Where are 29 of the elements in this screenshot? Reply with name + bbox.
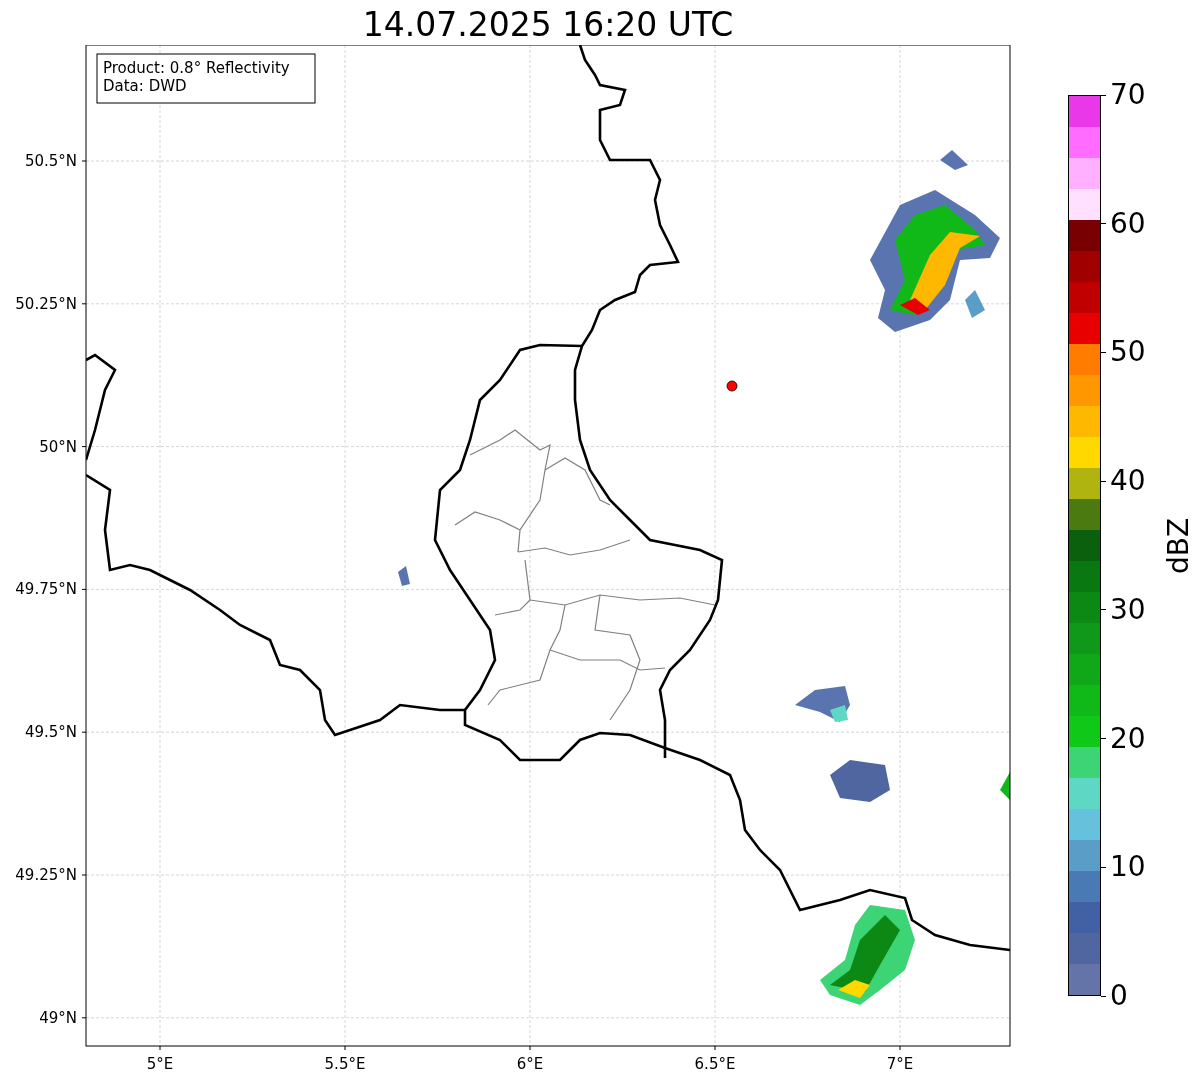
y-tick-label: 49.75°N: [15, 580, 87, 599]
y-tick-label: 50.5°N: [24, 152, 87, 170]
x-tick-label: 5.5°E: [324, 1045, 366, 1073]
y-tick-label: 49.25°N: [15, 866, 87, 884]
colorbar-tick-label: 0: [1110, 980, 1128, 1012]
radar-echo: [940, 150, 968, 170]
colorbar-tick-label: 50: [1110, 336, 1146, 369]
x-tick-label: 6.5°E: [694, 1045, 736, 1073]
x-tick-label: 5°E: [146, 1045, 174, 1073]
radar-echo: [398, 566, 410, 586]
colorbar-tick-label: 30: [1110, 593, 1146, 626]
colorbar-tick-label: 10: [1110, 851, 1146, 884]
y-tick-label: 49°N: [39, 1008, 87, 1027]
chart-title: 14.07.2025 16:20 UTC: [362, 5, 734, 45]
radar-site-marker: [726, 380, 738, 392]
x-tick-label: 7°E: [886, 1045, 914, 1073]
colorbar-tick-label: 70: [1110, 79, 1146, 111]
x-tick-label: 6°E: [516, 1045, 544, 1073]
radar-echo: [1000, 772, 1010, 800]
colorbar-tick-label: 60: [1110, 207, 1146, 240]
radar-echo: [830, 760, 890, 802]
info-box: Product: 0.8° Reflectivity Data: DWD: [96, 53, 316, 104]
y-tick-label: 49.5°N: [24, 723, 87, 742]
y-tick-label: 50.25°N: [15, 294, 87, 313]
radar-echo: [795, 686, 850, 722]
colorbar-label: dBZ: [1161, 517, 1197, 574]
y-tick-label: 50°N: [39, 437, 87, 456]
colorbar-tick-label: 20: [1110, 722, 1146, 755]
colorbar-tick-label: 40: [1110, 465, 1146, 498]
